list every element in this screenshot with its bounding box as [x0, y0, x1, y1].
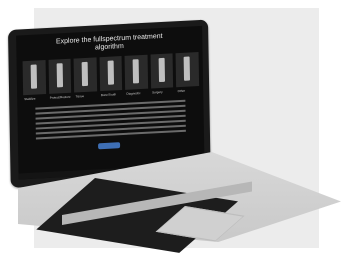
category-tile[interactable]: Other [176, 52, 200, 93]
category-tile[interactable]: Diagnostic [124, 54, 149, 96]
category-strip: Stabilize Protect/Restore Tissue Bone/To… [22, 52, 200, 101]
category-label: Surgery [152, 89, 163, 95]
category-label: Bone/Tooth [100, 92, 117, 98]
category-label: Other [177, 88, 186, 94]
tool-image-icon [107, 60, 114, 85]
tool-image-icon [56, 63, 63, 88]
category-tile[interactable]: Stabilize [22, 60, 46, 101]
tool-image-icon [132, 59, 140, 84]
tool-image-icon [158, 57, 165, 83]
category-tile[interactable]: Bone/Tooth [99, 56, 123, 97]
description-text [35, 97, 186, 143]
tool-image-icon [184, 56, 191, 81]
laptop: Explore the fullspectrum treatment algor… [0, 0, 341, 253]
category-label: Stabilize [24, 96, 36, 102]
category-label: Diagnostic [126, 91, 141, 96]
cta-button[interactable] [98, 142, 121, 150]
category-label: Tissue [75, 94, 85, 99]
category-label: Protect/Restore [49, 94, 71, 100]
tool-image-icon [81, 61, 89, 87]
tool-image-icon [30, 64, 38, 89]
category-tile[interactable]: Tissue [73, 57, 97, 98]
category-tile[interactable]: Surgery [150, 53, 174, 94]
category-tile[interactable]: Protect/Restore [48, 58, 72, 100]
page-title: Explore the fullspectrum treatment algor… [55, 32, 163, 52]
